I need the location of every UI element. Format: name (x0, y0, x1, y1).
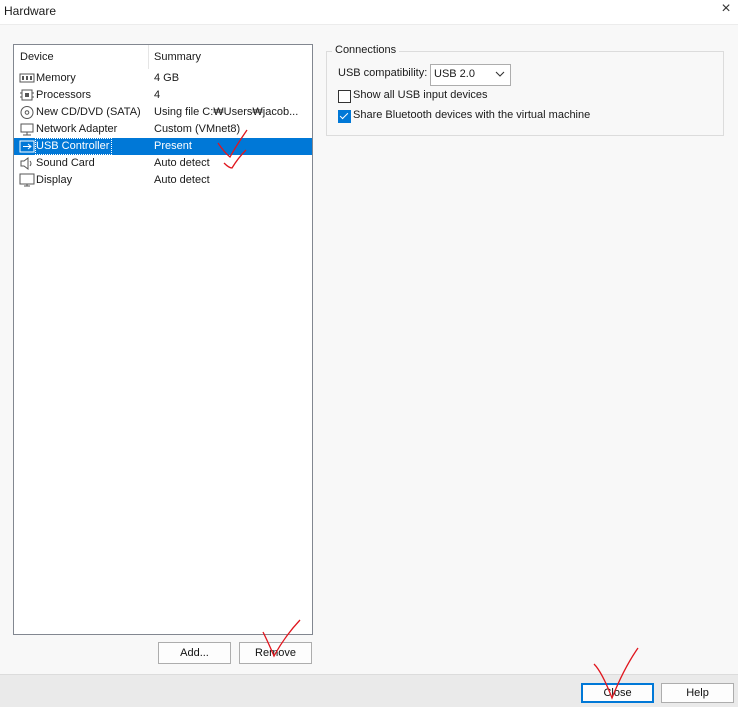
device-summary: Auto detect (154, 157, 210, 169)
speaker-icon (19, 156, 35, 171)
remove-button[interactable]: Remove (239, 642, 312, 664)
device-summary: Using file C:₩Users₩jacob... (154, 106, 299, 118)
add-button[interactable]: Add... (158, 642, 231, 664)
usb-compatibility-label: USB compatibility: (338, 67, 428, 79)
processor-icon (19, 88, 35, 103)
device-name: Memory (36, 72, 76, 84)
device-summary: 4 (154, 89, 161, 101)
device-name: New CD/DVD (SATA) (36, 106, 141, 118)
device-row-sound-card[interactable]: Sound Card Auto detect (14, 155, 312, 172)
help-button[interactable]: Help (661, 683, 734, 703)
connections-group-title: Connections (332, 44, 400, 56)
share-bluetooth-checkbox[interactable] (338, 110, 351, 123)
device-row-usb-controller[interactable]: USB Controller Present (14, 138, 312, 155)
close-window-icon[interactable]: × (716, 0, 736, 20)
usb-icon (19, 139, 35, 154)
device-summary: 4 GB (154, 72, 180, 84)
device-list[interactable]: Device Summary Memory 4 GB Processors 4 … (13, 44, 313, 635)
network-adapter-icon (19, 122, 35, 137)
device-summary: Present (154, 140, 192, 152)
device-name: Processors (36, 89, 92, 101)
column-header-device[interactable]: Device (20, 45, 54, 69)
column-header-summary[interactable]: Summary (154, 45, 201, 69)
window-title: Hardware (4, 4, 57, 18)
device-name: Display (36, 174, 73, 186)
device-row-cd-dvd[interactable]: New CD/DVD (SATA) Using file C:₩Users₩ja… (14, 104, 312, 121)
show-all-usb-checkbox[interactable] (338, 90, 351, 103)
monitor-icon (19, 173, 35, 188)
device-name: Network Adapter (36, 123, 118, 135)
chevron-down-icon (495, 67, 505, 84)
show-all-usb-label[interactable]: Show all USB input devices (353, 89, 488, 101)
memory-icon (19, 71, 35, 86)
usb-compatibility-select[interactable]: USB 2.0 (430, 64, 511, 86)
close-button[interactable]: Close (581, 683, 654, 703)
device-row-processors[interactable]: Processors 4 (14, 87, 312, 104)
cd-dvd-icon (19, 105, 35, 120)
device-row-network-adapter[interactable]: Network Adapter Custom (VMnet8) (14, 121, 312, 138)
device-row-display[interactable]: Display Auto detect (14, 172, 312, 189)
share-bluetooth-label[interactable]: Share Bluetooth devices with the virtual… (353, 109, 590, 121)
title-bar: Hardware × (0, 0, 738, 24)
column-separator[interactable] (148, 45, 149, 69)
device-name: USB Controller (35, 138, 113, 155)
device-row-memory[interactable]: Memory 4 GB (14, 70, 312, 87)
device-summary: Custom (VMnet8) (154, 123, 241, 135)
usb-compatibility-value: USB 2.0 (434, 68, 475, 80)
device-summary: Auto detect (154, 174, 210, 186)
device-name: Sound Card (36, 157, 95, 169)
